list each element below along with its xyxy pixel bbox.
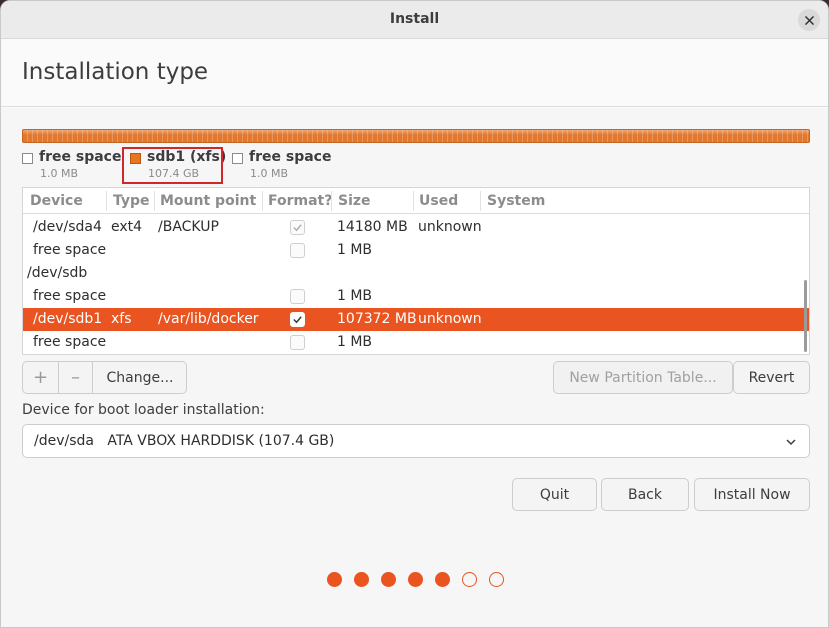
- cell-mount-point: /var/lib/docker: [158, 311, 259, 327]
- table-row[interactable]: /dev/sdb: [23, 262, 809, 285]
- cell-type: ext4: [111, 219, 143, 235]
- new-partition-table-button[interactable]: New Partition Table...: [553, 361, 733, 394]
- cell-used: unknown: [418, 311, 482, 327]
- title-bar: Install: [1, 1, 828, 39]
- add-partition-button[interactable]: +: [23, 362, 58, 393]
- column-header-used[interactable]: Used: [419, 193, 458, 209]
- table-row-selected[interactable]: /dev/sdb1 xfs /var/lib/docker 107372 MB …: [23, 308, 809, 331]
- column-header-format[interactable]: Format?: [268, 193, 332, 209]
- legend-label: free space: [39, 149, 122, 165]
- cell-device: /dev/sdb1: [33, 311, 103, 327]
- back-button[interactable]: Back: [601, 478, 689, 511]
- bootloader-device-select[interactable]: /dev/sda ATA VBOX HARDDISK (107.4 GB): [22, 424, 810, 458]
- column-header-size[interactable]: Size: [338, 193, 371, 209]
- column-header-system[interactable]: System: [487, 193, 545, 209]
- cell-device: /dev/sda4: [33, 219, 102, 235]
- format-checkbox[interactable]: [290, 243, 305, 258]
- cell-mount-point: /BACKUP: [158, 219, 219, 235]
- change-partition-button[interactable]: Change...: [93, 362, 186, 393]
- column-header-type[interactable]: Type: [113, 193, 150, 209]
- format-checkbox[interactable]: [290, 289, 305, 304]
- cell-size: 14180 MB: [337, 219, 408, 235]
- close-icon: [804, 15, 814, 25]
- cell-device: free space: [33, 288, 107, 304]
- partition-edit-buttons: + – Change...: [22, 361, 187, 394]
- quit-button[interactable]: Quit: [512, 478, 597, 511]
- progress-dot-completed: [327, 572, 342, 587]
- revert-button[interactable]: Revert: [733, 361, 810, 394]
- remove-partition-button[interactable]: –: [59, 362, 92, 393]
- bootloader-selected-value: /dev/sda ATA VBOX HARDDISK (107.4 GB): [34, 433, 335, 449]
- progress-dots: [1, 572, 828, 588]
- table-row[interactable]: /dev/sda4 ext4 /BACKUP 14180 MB unknown: [23, 216, 809, 239]
- progress-dot-pending: [489, 572, 504, 587]
- install-now-button[interactable]: Install Now: [694, 478, 810, 511]
- legend-size: 1.0 MB: [250, 167, 289, 180]
- progress-dot-pending: [462, 572, 477, 587]
- cell-size: 107372 MB: [337, 311, 417, 327]
- progress-dot-current: [435, 572, 450, 587]
- page-title: Installation type: [22, 59, 209, 85]
- partition-bar: [22, 129, 810, 143]
- progress-dot-completed: [408, 572, 423, 587]
- legend-swatch: [22, 153, 33, 164]
- installer-window: Install Installation type free space 1.0…: [0, 0, 829, 628]
- cell-device: /dev/sdb: [27, 265, 88, 281]
- checkmark-icon: [293, 316, 302, 324]
- cell-device: free space: [33, 242, 107, 258]
- cell-size: 1 MB: [337, 242, 373, 258]
- cell-used: unknown: [418, 219, 482, 235]
- format-checkbox[interactable]: [290, 220, 305, 235]
- format-checkbox[interactable]: [290, 312, 305, 327]
- cell-size: 1 MB: [337, 334, 373, 350]
- cell-type: xfs: [111, 311, 132, 327]
- column-header-device[interactable]: Device: [30, 193, 83, 209]
- table-row[interactable]: free space 1 MB: [23, 331, 809, 354]
- column-header-mount-point[interactable]: Mount point: [160, 193, 256, 209]
- legend-highlight-box: [122, 147, 223, 184]
- table-header: Device Type Mount point Format? Size Use…: [23, 188, 809, 214]
- cell-device: free space: [33, 334, 107, 350]
- bootloader-label: Device for boot loader installation:: [22, 402, 265, 418]
- format-checkbox[interactable]: [290, 335, 305, 350]
- checkmark-icon: [293, 224, 302, 232]
- page-header: Installation type: [1, 39, 828, 107]
- minus-icon: –: [71, 367, 80, 388]
- partition-table: Device Type Mount point Format? Size Use…: [22, 187, 810, 355]
- close-button[interactable]: [798, 9, 820, 31]
- plus-icon: +: [32, 367, 49, 388]
- cell-size: 1 MB: [337, 288, 373, 304]
- progress-dot-completed: [381, 572, 396, 587]
- legend-size: 1.0 MB: [40, 167, 79, 180]
- legend-label: free space: [249, 149, 332, 165]
- window-title: Install: [389, 11, 440, 27]
- legend-swatch: [232, 153, 243, 164]
- table-row[interactable]: free space 1 MB: [23, 239, 809, 262]
- table-scrollbar[interactable]: [804, 280, 807, 352]
- chevron-down-icon: [786, 439, 796, 446]
- progress-dot-completed: [354, 572, 369, 587]
- table-row[interactable]: free space 1 MB: [23, 285, 809, 308]
